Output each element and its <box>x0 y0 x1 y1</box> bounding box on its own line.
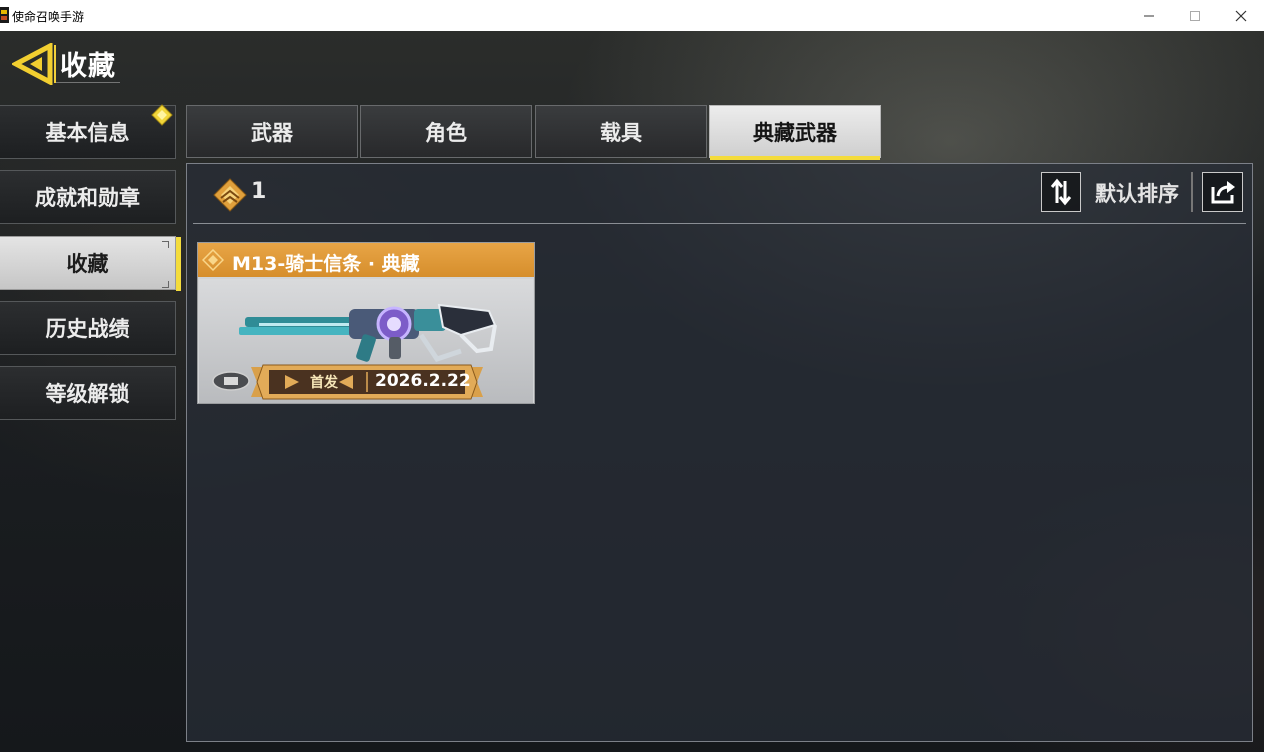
close-button[interactable] <box>1218 0 1264 31</box>
share-button[interactable] <box>1202 172 1243 212</box>
header-divider <box>54 45 56 83</box>
item-name: M13-骑士信条 · 典藏 <box>232 253 420 275</box>
corner-mark <box>162 241 169 248</box>
sidebar-item-label: 收藏 <box>66 252 109 276</box>
window-title: 使命召唤手游 <box>12 10 85 24</box>
collection-panel: 1 默认排序 M13-骑士信条 · 典藏 首发 2026.2.22 <box>186 163 1253 742</box>
sidebar-item-label: 等级解锁 <box>45 382 130 406</box>
sort-arrows-icon <box>1050 178 1072 206</box>
back-arrow-icon <box>10 41 53 87</box>
sidebar-item-level-unlock[interactable]: 等级解锁 <box>0 366 176 420</box>
collection-item-card[interactable]: M13-骑士信条 · 典藏 首发 2026.2.22 <box>197 242 535 404</box>
title-underline <box>56 82 120 83</box>
tab-weapons[interactable]: 武器 <box>186 105 358 158</box>
page-title: 收藏 <box>60 51 116 82</box>
corner-mark <box>162 281 169 288</box>
sidebar-item-collection[interactable]: 收藏 <box>0 236 181 291</box>
first-release-label: 首发 <box>310 375 338 391</box>
tab-label: 典藏武器 <box>753 120 837 145</box>
weapon-emblem-icon <box>212 371 250 391</box>
legendary-emblem-icon <box>213 178 247 212</box>
first-release-date: 2026.2.22 <box>375 371 471 391</box>
legendary-rarity-icon <box>202 249 224 271</box>
tab-legendary-weapons[interactable]: 典藏武器 <box>709 105 881 160</box>
close-icon <box>1235 10 1247 21</box>
sidebar-item-history[interactable]: 历史战绩 <box>0 301 176 355</box>
tab-label: 载具 <box>600 120 642 145</box>
sidebar-item-achievements[interactable]: 成就和勋章 <box>0 170 176 224</box>
weapon-preview: 首发 2026.2.22 <box>199 279 533 403</box>
sidebar-item-label: 成就和勋章 <box>35 186 140 210</box>
card-header: M13-骑士信条 · 典藏 <box>198 243 534 277</box>
diamond-icon <box>151 104 173 126</box>
active-indicator <box>176 237 181 291</box>
sort-label[interactable]: 默认排序 <box>1095 178 1179 208</box>
panel-divider <box>193 223 1246 224</box>
tab-vehicles[interactable]: 载具 <box>535 105 707 158</box>
collection-count: 1 <box>251 179 267 204</box>
share-icon <box>1211 181 1235 204</box>
back-button[interactable] <box>10 41 56 87</box>
maximize-icon <box>1190 10 1200 21</box>
tab-label: 角色 <box>425 120 467 145</box>
sort-button[interactable] <box>1041 172 1081 212</box>
tab-label: 武器 <box>251 120 293 145</box>
tab-characters[interactable]: 角色 <box>360 105 532 158</box>
sidebar-item-label: 基本信息 <box>45 121 130 145</box>
window-titlebar: 使命召唤手游 <box>0 0 1264 32</box>
app-icon <box>0 7 9 23</box>
minimize-button[interactable] <box>1126 0 1172 31</box>
maximize-button[interactable] <box>1172 0 1218 31</box>
sidebar-item-label: 历史战绩 <box>45 317 130 341</box>
game-viewport: 收藏 基本信息 成就和勋章 收藏 历史战绩 等级解锁 武器 角色 载具 典藏武器 <box>0 31 1264 752</box>
minimize-icon <box>1144 15 1154 16</box>
sidebar-item-basic-info[interactable]: 基本信息 <box>0 105 176 159</box>
toolbar-divider <box>1191 172 1193 212</box>
